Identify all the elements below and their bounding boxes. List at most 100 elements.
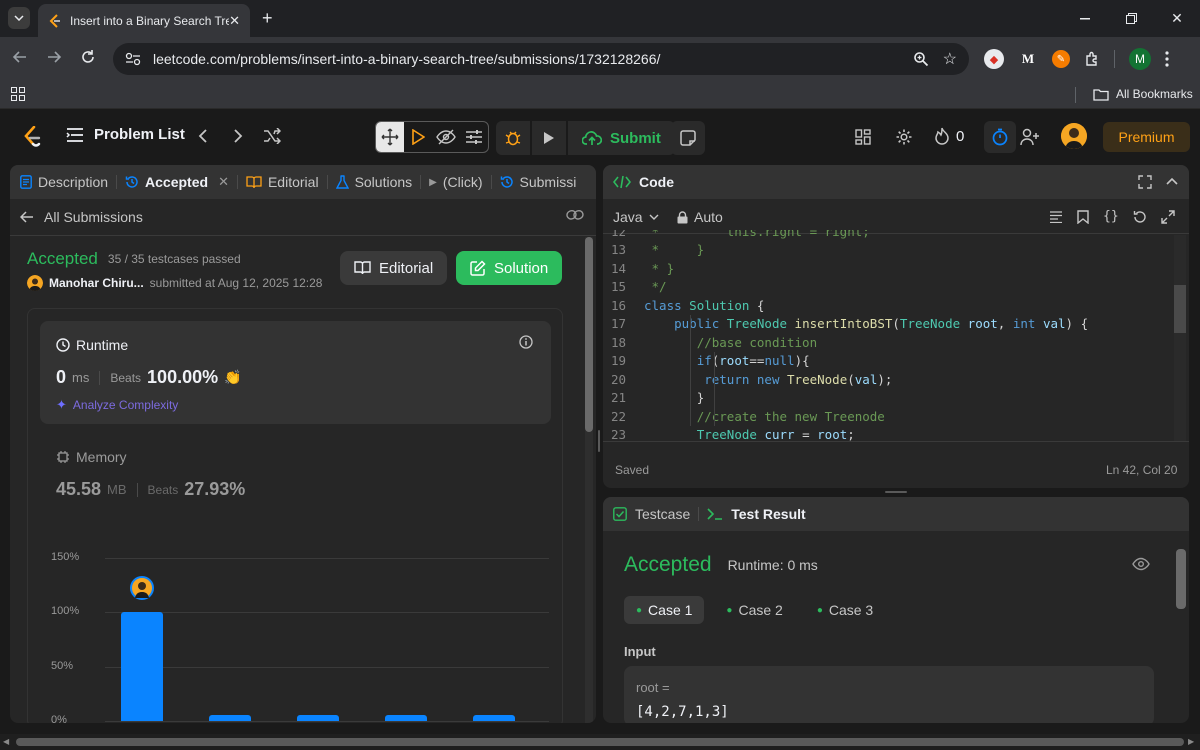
bookmark-icon[interactable]	[1077, 209, 1089, 224]
code-editor[interactable]: 12 * this.right = right; 13 * } 14 * } 15 *…	[604, 230, 1172, 442]
link-icon[interactable]	[566, 209, 584, 221]
info-icon[interactable]	[519, 335, 533, 349]
run-button[interactable]	[532, 121, 566, 155]
code-line[interactable]: 15 */	[604, 278, 1172, 297]
shuffle-icon[interactable]	[263, 128, 281, 144]
browser-menu-icon[interactable]	[1165, 51, 1169, 67]
tab-test-result[interactable]: Test Result	[707, 506, 806, 522]
scroll-left-icon[interactable]: ◀	[3, 737, 9, 746]
editorial-button-label: Editorial	[379, 259, 434, 277]
tab-submissions[interactable]: Submissi	[500, 174, 576, 190]
page-scrollbar-thumb[interactable]	[16, 738, 1184, 746]
history-icon	[125, 175, 139, 189]
case-2-tab[interactable]: ● Case 2	[714, 596, 794, 624]
extensions-puzzle-icon[interactable]	[1084, 51, 1100, 67]
restore-button[interactable]	[1108, 0, 1154, 37]
profile-avatar[interactable]: M	[1129, 48, 1151, 70]
close-window-button[interactable]: ✕	[1154, 0, 1200, 37]
curly-braces-icon[interactable]: {}	[1103, 209, 1119, 224]
minimize-button[interactable]	[1062, 0, 1108, 37]
code-line[interactable]: 16 class Solution {	[604, 296, 1172, 315]
editor-scrollbar-track[interactable]	[1174, 235, 1186, 441]
add-user-icon[interactable]	[1020, 128, 1040, 146]
submit-button[interactable]: Submit	[568, 121, 675, 155]
submission-author: Manohar Chiru... submitted at Aug 12, 20…	[27, 275, 322, 291]
runtime-card[interactable]: Runtime 0 ms Beats 100.00% 👏 ✦ Analyze C…	[40, 321, 551, 424]
editorial-button[interactable]: Editorial	[340, 251, 448, 285]
extension-shield-icon[interactable]: ◆	[984, 49, 1004, 69]
code-text: public TreeNode insertIntoBST(TreeNode r…	[674, 316, 1089, 332]
bookmark-star-icon[interactable]: ☆	[943, 49, 957, 69]
back-arrow-icon[interactable]	[12, 49, 28, 65]
reload-icon[interactable]	[80, 49, 96, 65]
code-line[interactable]: 12 * this.right = right;	[604, 230, 1172, 241]
tab-click[interactable]: ▶ (Click)	[429, 174, 482, 190]
extension-medium-icon[interactable]: M	[1018, 49, 1038, 69]
vertical-resize-handle[interactable]	[598, 430, 600, 452]
close-tab-icon[interactable]: ✕	[229, 13, 240, 29]
play-outline-icon[interactable]	[404, 122, 432, 152]
extension-orange-icon[interactable]: ✎	[1052, 50, 1070, 68]
analyze-complexity-link[interactable]: ✦ Analyze Complexity	[56, 397, 178, 413]
tab-editorial[interactable]: Editorial	[246, 174, 319, 190]
tab-description[interactable]: Description	[20, 174, 108, 190]
case-1-tab[interactable]: ● Case 1	[624, 596, 705, 624]
debug-bug-icon[interactable]	[496, 121, 530, 155]
all-bookmarks[interactable]: All Bookmarks	[1093, 87, 1193, 101]
editor-scrollbar-thumb[interactable]	[1174, 285, 1186, 333]
browser-tab[interactable]: Insert into a Binary Search Tree ✕	[38, 4, 250, 37]
format-lines-icon[interactable]	[1049, 210, 1063, 223]
problem-list-button[interactable]: Problem List	[66, 126, 185, 143]
code-line[interactable]: 14 * }	[604, 259, 1172, 278]
layout-grid-icon[interactable]	[855, 129, 871, 145]
tab-search-button[interactable]	[8, 7, 30, 29]
reset-icon[interactable]	[1133, 210, 1147, 224]
new-tab-button[interactable]: +	[262, 8, 273, 29]
solution-button[interactable]: Solution	[456, 251, 563, 285]
result-scrollbar-thumb[interactable]	[1176, 549, 1186, 609]
user-avatar[interactable]	[1061, 123, 1087, 149]
prev-problem-icon[interactable]	[198, 128, 208, 144]
eye-icon[interactable]	[1132, 557, 1150, 571]
horizontal-resize-handle[interactable]	[885, 491, 907, 493]
tab-testcase-label: Testcase	[635, 506, 691, 522]
window-controls: ✕	[1062, 0, 1200, 37]
expand-arrows-icon[interactable]	[1160, 209, 1175, 224]
submission-status: Accepted 35 / 35 testcases passed	[27, 249, 241, 269]
auto-mode-toggle[interactable]: Auto	[677, 209, 723, 225]
settings-gear-icon[interactable]	[895, 128, 913, 146]
fullscreen-icon[interactable]	[1138, 175, 1152, 189]
collapse-chevron-icon[interactable]	[1166, 177, 1178, 185]
flask-icon	[335, 175, 349, 189]
zoom-icon[interactable]	[913, 51, 929, 67]
premium-button[interactable]: Premium	[1103, 122, 1190, 152]
close-tab-icon[interactable]: ✕	[218, 174, 229, 190]
sliders-icon[interactable]	[460, 122, 488, 152]
page-scrollbar[interactable]: ◀ ▶	[0, 734, 1200, 750]
address-bar[interactable]: leetcode.com/problems/insert-into-a-bina…	[113, 43, 969, 75]
drag-move-icon[interactable]	[376, 122, 404, 152]
eye-off-icon[interactable]	[432, 122, 460, 152]
scroll-right-icon[interactable]: ▶	[1188, 737, 1194, 746]
author-avatar[interactable]	[27, 275, 43, 291]
left-scrollbar-thumb[interactable]	[585, 237, 593, 432]
memory-card[interactable]: Memory 45.58 MB Beats 27.93%	[40, 439, 551, 509]
code-line[interactable]: 23 TreeNode curr = root;	[604, 426, 1172, 442]
apps-grid-icon[interactable]	[11, 87, 25, 101]
leetcode-logo-icon[interactable]	[22, 126, 42, 148]
all-submissions-link[interactable]: All Submissions	[20, 209, 143, 225]
next-problem-icon[interactable]	[233, 128, 243, 144]
tab-solutions[interactable]: Solutions	[335, 174, 412, 190]
notes-button[interactable]	[671, 121, 705, 155]
language-select[interactable]: Java	[613, 209, 659, 225]
author-name[interactable]: Manohar Chiru...	[49, 276, 144, 290]
tab-testcase[interactable]: Testcase	[613, 506, 690, 522]
case-3-tab[interactable]: ● Case 3	[805, 596, 885, 624]
input-box[interactable]: root = [4,2,7,1,3]	[624, 666, 1154, 723]
tab-accepted[interactable]: Accepted ✕	[125, 174, 229, 190]
code-line[interactable]: 13 * }	[604, 241, 1172, 260]
timer-icon[interactable]	[984, 121, 1016, 153]
forward-arrow-icon[interactable]	[46, 49, 62, 65]
streak-counter[interactable]: 0	[934, 127, 964, 145]
site-info-icon[interactable]	[125, 52, 141, 66]
